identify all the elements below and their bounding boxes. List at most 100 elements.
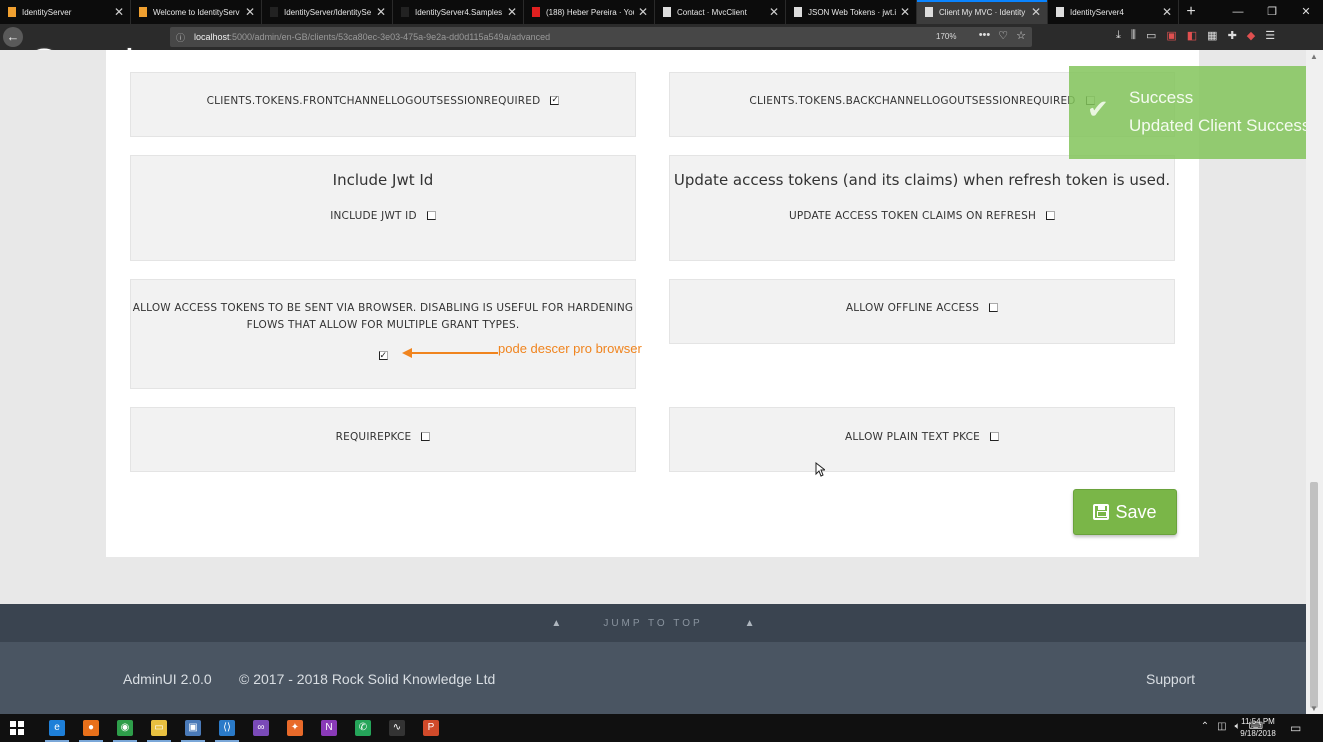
network-icon[interactable]: ◫: [1217, 721, 1226, 732]
file-explorer-icon: ▭: [151, 720, 167, 736]
back-arrow-icon[interactable]: ←: [3, 27, 23, 47]
chrome-icon: ◉: [117, 720, 133, 736]
close-tab-icon[interactable]: ✕: [245, 5, 255, 19]
window-controls: — ❐ ✕: [1221, 0, 1323, 24]
browser-tab[interactable]: JSON Web Tokens · jwt.io ✕: [786, 0, 917, 24]
close-tab-icon[interactable]: ✕: [507, 5, 517, 19]
scrollbar-thumb[interactable]: [1310, 482, 1318, 708]
page-scrollbar[interactable]: ▲ ▼: [1306, 50, 1323, 714]
zoom-level[interactable]: 170%: [936, 32, 956, 41]
close-tab-icon[interactable]: ✕: [638, 5, 648, 19]
library-icon[interactable]: ⫼: [1131, 29, 1136, 42]
favicon-icon: [794, 7, 802, 17]
close-window-icon[interactable]: ✕: [1289, 0, 1323, 24]
browser-tokens-label-line1: ALLOW ACCESS TOKENS TO BE SENT VIA BROWS…: [132, 302, 634, 314]
taskbar-app[interactable]: e: [40, 714, 74, 742]
taskbar-app[interactable]: ✦: [278, 714, 312, 742]
grid-icon[interactable]: ▦: [1207, 29, 1217, 42]
url-text[interactable]: localhost:5000/admin/en-GB/clients/53ca8…: [194, 32, 550, 42]
jump-to-top-bar[interactable]: ▲ JUMP TO TOP ▲: [0, 604, 1306, 642]
browser-tab[interactable]: IdentityServer4 ✕: [1048, 0, 1179, 24]
download-icon[interactable]: ⤓: [1116, 29, 1121, 42]
tab-title: Welcome to IdentityServ: [153, 7, 240, 17]
include-jwt-checkbox[interactable]: [426, 210, 436, 220]
pocket-icon[interactable]: ♡: [998, 29, 1008, 42]
taskbar-app[interactable]: N: [312, 714, 346, 742]
require-pkce-checkbox[interactable]: [421, 431, 431, 441]
taskbar-app[interactable]: ⟨⟩: [210, 714, 244, 742]
taskbar-app[interactable]: ∞: [244, 714, 278, 742]
browser-tab[interactable]: Client My MVC · Identity Ex ✕: [917, 0, 1048, 24]
front-channel-checkbox[interactable]: [550, 95, 560, 105]
toast-title: Success: [1129, 88, 1194, 107]
whatsapp-icon: ✆: [355, 720, 371, 736]
tab-title: (188) Heber Pereira · You: [546, 7, 634, 17]
taskbar-app[interactable]: ●: [74, 714, 108, 742]
plain-text-pkce-card: ALLOW PLAIN TEXT PKCE: [669, 407, 1175, 472]
close-tab-icon[interactable]: ✕: [376, 5, 386, 19]
url-bar[interactable]: ⓘ localhost:5000/admin/en-GB/clients/53c…: [170, 27, 1032, 47]
adblock-icon[interactable]: ◆: [1247, 29, 1255, 42]
browser-nav-bar: ← ⓘ localhost:5000/admin/en-GB/clients/5…: [0, 24, 1323, 86]
windows-start-icon[interactable]: [10, 721, 24, 735]
browser-tab[interactable]: IdentityServer4.Samples ✕: [393, 0, 524, 24]
favicon-icon: [532, 7, 540, 17]
extension-icon[interactable]: ▣: [1166, 29, 1176, 42]
sidebar-icon[interactable]: ▭: [1146, 29, 1156, 42]
vscode-icon: ⟨⟩: [219, 720, 235, 736]
postman-icon: ✦: [287, 720, 303, 736]
offline-access-card: ALLOW OFFLINE ACCESS: [669, 279, 1175, 344]
close-tab-icon[interactable]: ✕: [769, 5, 779, 19]
taskbar-app[interactable]: ◉: [108, 714, 142, 742]
new-tab-icon[interactable]: +: [1179, 0, 1203, 24]
footer: AdminUI 2.0.0 © 2017 - 2018 Rock Solid K…: [0, 642, 1306, 714]
browser-tab[interactable]: Welcome to IdentityServ ✕: [131, 0, 262, 24]
taskbar-app[interactable]: ✆: [346, 714, 380, 742]
close-tab-icon[interactable]: ✕: [1031, 5, 1041, 19]
taskbar-app[interactable]: P: [414, 714, 448, 742]
browser-tab[interactable]: Contact · MvcClient ✕: [655, 0, 786, 24]
close-tab-icon[interactable]: ✕: [114, 5, 124, 19]
notification-center-icon[interactable]: ▭: [1290, 721, 1301, 735]
bookmark-star-icon[interactable]: ☆: [1016, 29, 1026, 42]
page-actions-icon[interactable]: •••: [979, 29, 991, 42]
taskbar-app[interactable]: ∿: [380, 714, 414, 742]
footer-support-link[interactable]: Support: [1146, 671, 1195, 687]
plain-text-pkce-checkbox[interactable]: [990, 431, 999, 441]
require-pkce-card: REQUIREPKCE: [130, 407, 636, 472]
browser-tokens-label-line2: FLOWS THAT ALLOW FOR MULTIPLE GRANT TYPE…: [246, 319, 520, 331]
minimize-icon[interactable]: —: [1221, 0, 1255, 24]
include-jwt-label: INCLUDE JWT ID: [330, 210, 417, 222]
info-icon[interactable]: ⓘ: [176, 31, 186, 43]
chevron-up-icon[interactable]: ⌃: [1201, 721, 1209, 732]
scroll-down-arrow-icon[interactable]: ▼: [1310, 704, 1318, 713]
browser-tab[interactable]: IdentityServer ✕: [0, 0, 131, 24]
browser-tokens-card: ALLOW ACCESS TOKENS TO BE SENT VIA BROWS…: [130, 279, 636, 389]
puzzle-icon[interactable]: ✚: [1228, 29, 1237, 42]
success-toast[interactable]: ✔ Success Updated Client Successfully: [1069, 66, 1306, 159]
browser-tab[interactable]: IdentityServer/IdentitySe ✕: [262, 0, 393, 24]
restore-icon[interactable]: ❐: [1255, 0, 1289, 24]
taskbar-app[interactable]: ▭: [142, 714, 176, 742]
toast-message: Updated Client Successfully: [1129, 116, 1306, 135]
favicon-icon: [1056, 7, 1064, 17]
firefox-icon: ●: [83, 720, 99, 736]
taskbar-app[interactable]: ▣: [176, 714, 210, 742]
close-tab-icon[interactable]: ✕: [1162, 5, 1172, 19]
menu-icon[interactable]: ☰: [1265, 29, 1275, 42]
favicon-icon: [139, 7, 147, 17]
mouse-cursor-icon: [815, 462, 825, 477]
addon-icon[interactable]: ◧: [1187, 29, 1197, 42]
update-claims-heading: Update access tokens (and its claims) wh…: [673, 171, 1171, 189]
save-button[interactable]: Save: [1073, 489, 1177, 535]
offline-access-checkbox[interactable]: [989, 302, 999, 312]
update-claims-checkbox[interactable]: [1046, 210, 1056, 220]
scroll-up-arrow-icon[interactable]: ▲: [1310, 52, 1318, 61]
tab-title: IdentityServer/IdentitySe: [284, 7, 372, 17]
close-tab-icon[interactable]: ✕: [900, 5, 910, 19]
browser-tokens-checkbox[interactable]: [378, 351, 388, 361]
browser-tab[interactable]: (188) Heber Pereira · You ✕: [524, 0, 655, 24]
jump-to-top-label[interactable]: JUMP TO TOP: [603, 618, 702, 629]
taskbar-clock[interactable]: 11:54 PM 9/18/2018: [1238, 716, 1278, 740]
onenote-icon: N: [321, 720, 337, 736]
